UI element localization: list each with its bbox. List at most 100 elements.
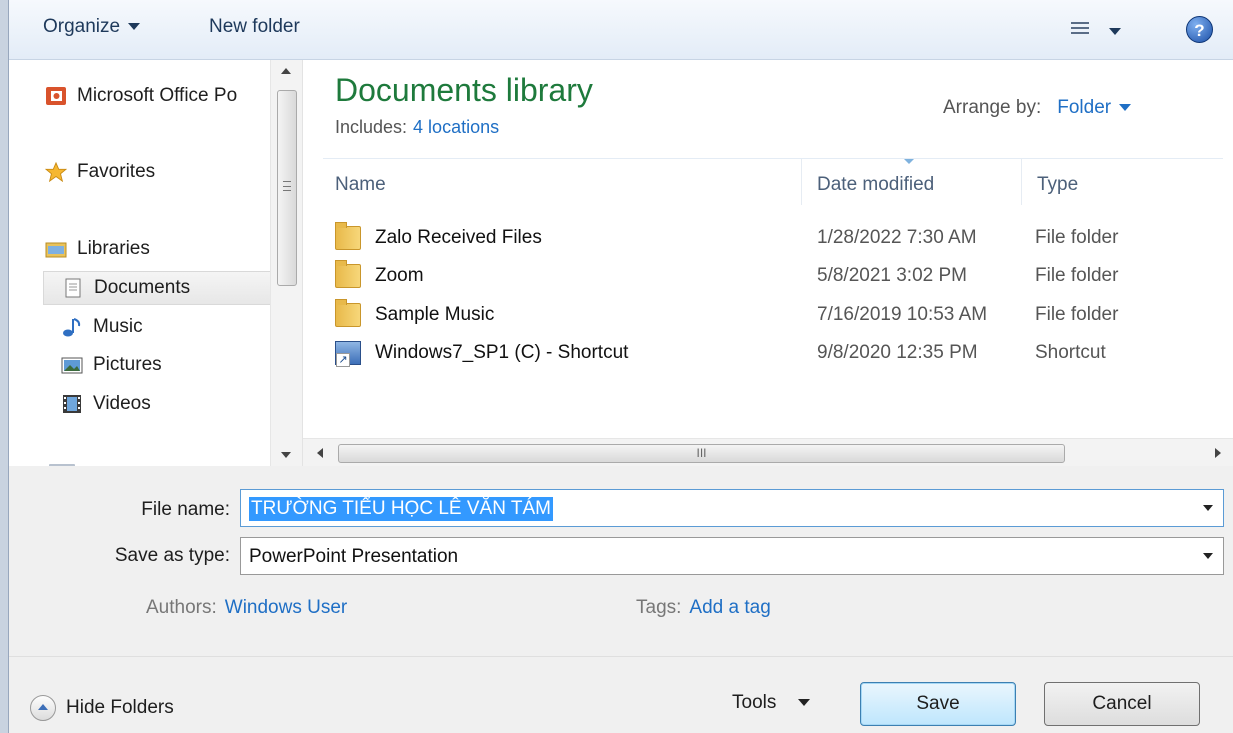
column-header: Name Date modified Type	[323, 158, 1223, 205]
tags-value[interactable]: Add a tag	[689, 597, 770, 618]
file-date: 7/16/2019 10:53 AM	[817, 304, 988, 325]
nav-item-favorites[interactable]: Favorites	[44, 155, 156, 189]
chevron-down-icon[interactable]	[1203, 505, 1213, 511]
file-name: Windows7_SP1 (C) - Shortcut	[375, 342, 629, 363]
horizontal-scroll-thumb[interactable]: III	[338, 444, 1065, 463]
column-name[interactable]: Name	[335, 174, 386, 196]
save-button[interactable]: Save	[860, 682, 1016, 726]
grip-icon	[283, 181, 291, 191]
nav-item-documents[interactable]: Documents	[43, 271, 271, 305]
star-icon	[44, 161, 68, 183]
new-folder-button[interactable]: New folder	[209, 16, 300, 38]
file-row[interactable]: Windows7_SP1 (C) - Shortcut 9/8/2020 12:…	[335, 335, 1215, 371]
file-type: File folder	[1035, 227, 1119, 248]
organize-label: Organize	[43, 16, 121, 37]
authors-field: Authors: Windows User	[146, 597, 347, 619]
libraries-icon	[45, 239, 67, 259]
document-icon	[62, 278, 84, 298]
sort-indicator-icon	[904, 159, 914, 164]
window-left-edge	[0, 0, 9, 733]
arrange-label: Arrange by:	[943, 97, 1042, 118]
folder-icon	[335, 222, 361, 250]
file-list-horizontal-scrollbar[interactable]: III	[303, 438, 1233, 466]
arrange-by-dropdown[interactable]: Folder	[1057, 97, 1132, 118]
file-row[interactable]: Zoom 5/8/2021 3:02 PM File folder	[335, 258, 1215, 294]
tools-dropdown[interactable]: Tools	[732, 692, 811, 714]
organize-button[interactable]: Organize	[43, 16, 141, 38]
authors-label: Authors:	[146, 597, 217, 618]
scroll-right-arrow-icon[interactable]	[1215, 448, 1221, 458]
nav-item-label: Libraries	[77, 238, 150, 259]
column-date-modified[interactable]: Date modified	[817, 174, 934, 196]
nav-item-label: Videos	[93, 393, 151, 414]
chevron-down-icon	[798, 699, 811, 707]
chevron-down-icon	[128, 23, 141, 31]
file-name-label: File name:	[141, 499, 230, 520]
column-type[interactable]: Type	[1037, 174, 1078, 196]
nav-item-videos[interactable]: Videos	[61, 387, 151, 421]
file-name: Sample Music	[375, 304, 495, 325]
file-name: Zoom	[375, 265, 424, 286]
file-row[interactable]: Sample Music 7/16/2019 10:53 AM File fol…	[335, 297, 1215, 333]
film-icon	[61, 394, 83, 414]
nav-item-label: Pictures	[93, 354, 162, 375]
footer-divider	[9, 656, 1233, 657]
nav-vertical-scrollbar[interactable]	[270, 60, 302, 466]
nav-item-pictures[interactable]: Pictures	[61, 348, 162, 382]
music-note-icon	[61, 317, 83, 337]
authors-value[interactable]: Windows User	[225, 597, 347, 618]
tools-label: Tools	[732, 692, 777, 713]
computer-icon	[49, 464, 75, 466]
nav-scroll-thumb[interactable]	[277, 90, 297, 286]
save-as-type-label: Save as type:	[114, 545, 230, 566]
scroll-up-arrow-icon[interactable]	[281, 68, 291, 74]
nav-item-label: Favorites	[77, 161, 156, 182]
column-divider[interactable]	[801, 159, 802, 205]
arrange-by: Arrange by: Folder	[943, 97, 1132, 119]
scroll-down-arrow-icon[interactable]	[281, 452, 291, 458]
hide-folders-label: Hide Folders	[66, 697, 174, 718]
nav-item-libraries[interactable]: Libraries	[45, 232, 150, 266]
collapse-up-icon	[30, 695, 56, 721]
folder-icon	[335, 260, 361, 288]
file-name: Zalo Received Files	[375, 227, 542, 248]
tags-label: Tags:	[636, 597, 682, 618]
file-name-field[interactable]: TRƯỜNG TIỂU HỌC LÊ VĂN TÁM	[240, 489, 1224, 527]
library-includes: Includes: 4 locations	[335, 117, 499, 138]
file-date: 9/8/2020 12:35 PM	[817, 342, 978, 363]
help-button[interactable]: ?	[1186, 16, 1213, 43]
cancel-button[interactable]: Cancel	[1044, 682, 1200, 726]
chevron-down-icon[interactable]	[1203, 553, 1213, 559]
file-type: File folder	[1035, 265, 1119, 286]
office-icon	[45, 86, 67, 106]
includes-locations-link[interactable]: 4 locations	[413, 117, 499, 137]
nav-item-label: Microsoft Office Po	[77, 85, 238, 106]
save-as-type-select[interactable]: PowerPoint Presentation	[240, 537, 1224, 575]
includes-label: Includes:	[335, 117, 408, 137]
list-view-icon	[1071, 22, 1089, 38]
file-date: 5/8/2021 3:02 PM	[817, 265, 967, 286]
file-type: File folder	[1035, 304, 1119, 325]
file-date: 1/28/2022 7:30 AM	[817, 227, 977, 248]
file-type: Shortcut	[1035, 342, 1106, 363]
save-as-type-value: PowerPoint Presentation	[249, 546, 459, 567]
nav-item-label: Documents	[94, 277, 191, 298]
chevron-down-icon	[1109, 28, 1121, 35]
column-divider[interactable]	[1021, 159, 1022, 205]
tags-field: Tags: Add a tag	[636, 597, 771, 619]
change-view-button[interactable]	[1061, 18, 1131, 44]
nav-item-label: Music	[93, 316, 143, 337]
file-name-value[interactable]: TRƯỜNG TIỂU HỌC LÊ VĂN TÁM	[249, 497, 553, 521]
scroll-left-arrow-icon[interactable]	[317, 448, 323, 458]
nav-item-microsoft-office[interactable]: Microsoft Office Po	[45, 79, 237, 113]
navigation-pane: Microsoft Office Po Favorites Libraries …	[9, 60, 302, 466]
hide-folders-button[interactable]: Hide Folders	[30, 695, 174, 721]
arrange-value: Folder	[1057, 97, 1112, 118]
file-list-pane: Documents library Includes: 4 locations A…	[302, 60, 1233, 466]
picture-icon	[61, 355, 83, 375]
toolbar: Organize New folder ?	[9, 0, 1233, 60]
nav-item-music[interactable]: Music	[61, 310, 143, 344]
file-row[interactable]: Zalo Received Files 1/28/2022 7:30 AM Fi…	[335, 220, 1215, 256]
folder-icon	[335, 299, 361, 327]
library-title: Documents library	[335, 72, 593, 108]
